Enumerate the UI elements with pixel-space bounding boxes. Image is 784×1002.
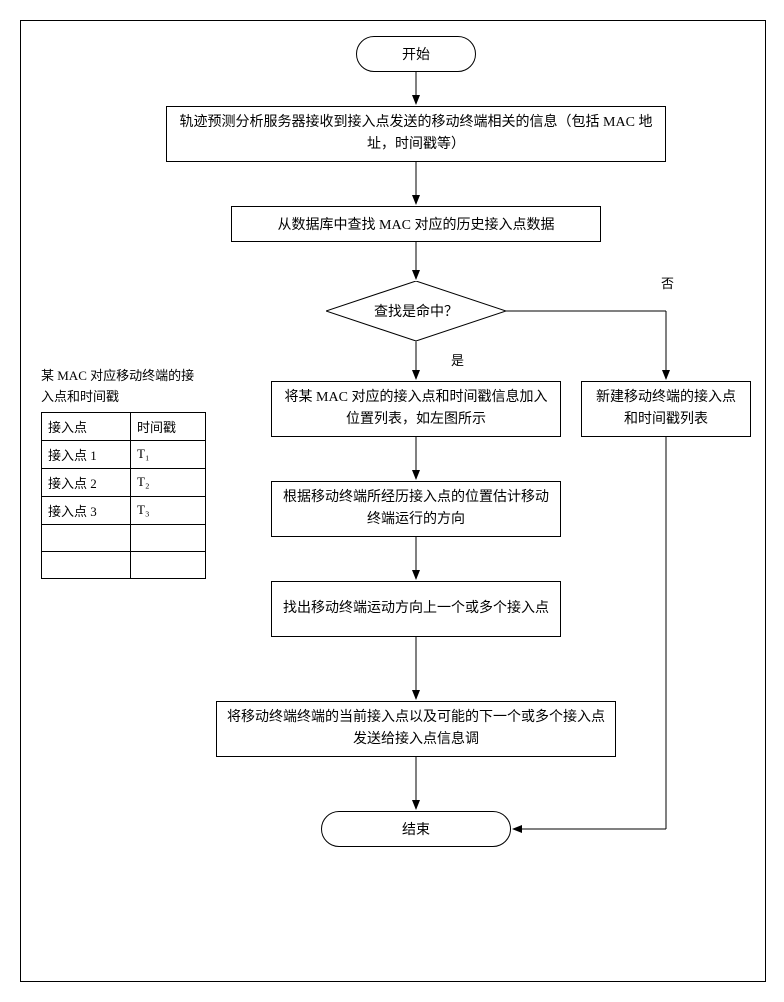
no-label: 否 [661,273,674,292]
table-row [42,524,206,551]
side-table: 某 MAC 对应移动终端的接入点和时间戳 接入点 时间戳 接入点 1T₁ 接入点… [41,366,206,579]
step4-node: 根据移动终端所经历接入点的位置估计移动终端运行的方向 [271,481,561,537]
step3-yes-node: 将某 MAC 对应的接入点和时间戳信息加入位置列表，如左图所示 [271,381,561,437]
step1-node: 轨迹预测分析服务器接收到接入点发送的移动终端相关的信息（包括 MAC 地址，时间… [166,106,666,162]
end-node: 结束 [321,811,511,847]
decision-label: 查找是命中？ [374,301,458,321]
table-row [42,551,206,578]
flowchart-container: 开始 轨迹预测分析服务器接收到接入点发送的移动终端相关的信息（包括 MAC 地址… [20,20,766,982]
step1-label: 轨迹预测分析服务器接收到接入点发送的移动终端相关的信息（包括 MAC 地址，时间… [175,112,657,157]
step2-label: 从数据库中查找 MAC 对应的历史接入点数据 [278,214,555,234]
step2-node: 从数据库中查找 MAC 对应的历史接入点数据 [231,206,601,242]
start-node: 开始 [356,36,476,72]
ap-timestamp-table: 接入点 时间戳 接入点 1T₁ 接入点 2T₂ 接入点 3T₃ [41,412,206,579]
step6-node: 将移动终端终端的当前接入点以及可能的下一个或多个接入点发送给接入点信息调 [216,701,616,757]
table-row: 接入点 3T₃ [42,496,206,524]
start-label: 开始 [402,44,430,64]
step5-node: 找出移动终端运动方向上一个或多个接入点 [271,581,561,637]
header-ap: 接入点 [42,412,131,440]
step3-no-label: 新建移动终端的接入点和时间戳列表 [590,387,742,432]
decision-node: 查找是命中？ [326,281,506,341]
yes-label: 是 [451,350,464,369]
table-row: 接入点 2T₂ [42,468,206,496]
table-row: 接入点 1T₁ [42,440,206,468]
step3-no-node: 新建移动终端的接入点和时间戳列表 [581,381,751,437]
end-label: 结束 [402,819,430,839]
side-table-caption: 某 MAC 对应移动终端的接入点和时间戳 [41,366,206,408]
table-header-row: 接入点 时间戳 [42,412,206,440]
step5-label: 找出移动终端运动方向上一个或多个接入点 [283,598,549,620]
header-ts: 时间戳 [131,412,206,440]
step6-label: 将移动终端终端的当前接入点以及可能的下一个或多个接入点发送给接入点信息调 [225,707,607,752]
step3-yes-label: 将某 MAC 对应的接入点和时间戳信息加入位置列表，如左图所示 [280,387,552,432]
step4-label: 根据移动终端所经历接入点的位置估计移动终端运行的方向 [280,487,552,532]
